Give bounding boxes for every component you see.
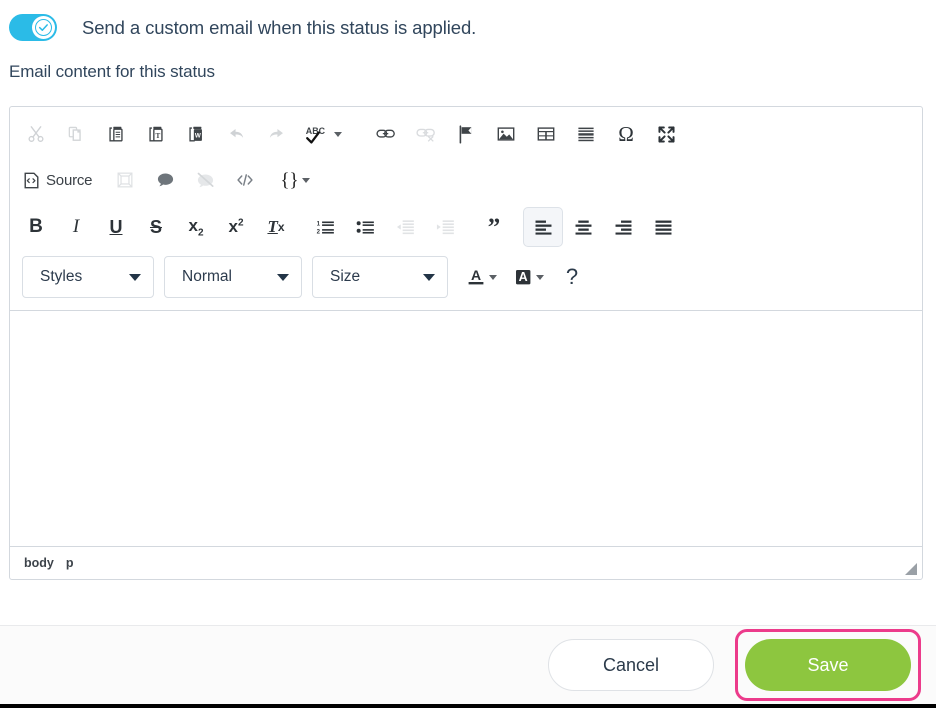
italic-label: I — [72, 216, 80, 237]
background-color-icon[interactable]: A — [509, 259, 548, 295]
copy-icon[interactable] — [56, 117, 96, 151]
email-content-editor[interactable] — [10, 311, 922, 547]
chevron-down-icon — [277, 273, 289, 281]
save-button[interactable]: Save — [745, 639, 911, 691]
image-icon[interactable] — [486, 117, 526, 151]
toolbar-row-1: T W ABC Ω — [16, 112, 916, 156]
blockquote-icon[interactable]: ” — [474, 207, 514, 247]
underline-icon[interactable]: U — [96, 207, 136, 247]
toolbar-row-2: Source {} — [16, 156, 916, 204]
comment-icon[interactable] — [145, 163, 185, 197]
align-right-icon[interactable] — [603, 207, 643, 247]
strikethrough-icon[interactable]: S — [136, 207, 176, 247]
footer-actions: Cancel Save — [0, 626, 936, 704]
bulleted-list-icon[interactable] — [345, 207, 385, 247]
chevron-down-icon — [301, 177, 310, 183]
numbered-list-icon[interactable]: 1 2 — [305, 207, 345, 247]
strikethrough-label: S — [149, 216, 162, 237]
rich-text-editor: T W ABC Ω Source {} B I U S x2 x2 T x 1 … — [9, 106, 923, 580]
paste-as-plain-text-icon[interactable]: T — [136, 117, 176, 151]
chevron-down-icon — [423, 273, 435, 281]
font-size-label: Size — [330, 268, 361, 285]
page-title: Email content for this status — [9, 62, 215, 81]
placeholder-label: {} — [280, 169, 299, 191]
paste-from-word-icon[interactable]: W — [176, 117, 216, 151]
font-size-dropdown[interactable]: Size — [312, 256, 448, 298]
italic-icon[interactable]: I — [56, 207, 96, 247]
source-button-label: Source — [46, 171, 93, 189]
chevron-down-icon — [129, 273, 141, 281]
anchor-flag-icon[interactable] — [446, 117, 486, 151]
svg-text:1: 1 — [316, 220, 320, 227]
cut-icon[interactable] — [16, 117, 56, 151]
elements-path-body[interactable]: body — [24, 556, 54, 570]
bold-label: B — [29, 216, 43, 237]
remove-format-icon[interactable]: Tx — [256, 207, 296, 247]
placeholder-icon[interactable]: {} — [274, 163, 313, 197]
table-icon[interactable] — [526, 117, 566, 151]
undo-icon[interactable] — [216, 117, 256, 151]
svg-text:ABC: ABC — [305, 126, 325, 136]
toolbar-row-3: B I U S x2 x2 Tx 1 2 ” — [16, 204, 916, 250]
subscript-icon[interactable]: x2 — [176, 207, 216, 247]
elements-path: body p — [10, 547, 922, 579]
elements-path-p[interactable]: p — [66, 556, 74, 570]
custom-email-toggle-label: Send a custom email when this status is … — [82, 16, 477, 38]
underline-label: U — [109, 216, 123, 237]
svg-text:2: 2 — [316, 229, 320, 236]
custom-email-toggle[interactable] — [9, 14, 57, 41]
superscript-icon[interactable]: x2 — [216, 207, 256, 247]
redo-icon[interactable] — [256, 117, 296, 151]
align-left-icon[interactable] — [523, 207, 563, 247]
source-button[interactable]: Source — [16, 163, 96, 197]
show-blocks-icon[interactable] — [105, 163, 145, 197]
styles-dropdown[interactable]: Styles — [22, 256, 154, 298]
hide-icon[interactable] — [185, 163, 225, 197]
svg-text:W: W — [195, 133, 201, 140]
bottom-bar — [0, 704, 936, 708]
toolbar-row-4: Styles Normal Size A A ? — [16, 250, 916, 304]
chevron-down-icon — [489, 274, 497, 280]
help-button[interactable]: ? — [554, 259, 590, 295]
spell-check-icon[interactable]: ABC — [296, 117, 348, 151]
align-center-icon[interactable] — [563, 207, 603, 247]
bold-icon[interactable]: B — [16, 207, 56, 247]
paragraph-format-label: Normal — [182, 268, 232, 285]
cancel-button[interactable]: Cancel — [548, 639, 714, 691]
increase-indent-icon[interactable] — [425, 207, 465, 247]
maximize-icon[interactable] — [646, 117, 686, 151]
editor-toolbar: T W ABC Ω Source {} B I U S x2 x2 T x 1 … — [10, 107, 922, 311]
custom-email-toggle-row: Send a custom email when this status is … — [0, 0, 936, 46]
svg-text:A: A — [519, 270, 528, 284]
decrease-indent-icon[interactable] — [385, 207, 425, 247]
resize-grip-icon[interactable] — [904, 562, 918, 576]
toggle-knob — [32, 16, 55, 39]
check-icon — [35, 19, 52, 36]
special-character-icon[interactable]: Ω — [606, 117, 646, 151]
link-icon[interactable] — [366, 117, 406, 151]
svg-text:T: T — [155, 132, 160, 140]
paste-icon[interactable] — [96, 117, 136, 151]
chevron-down-icon — [333, 131, 342, 137]
chevron-down-icon — [536, 274, 544, 280]
paragraph-format-dropdown[interactable]: Normal — [164, 256, 302, 298]
code-snippet-icon[interactable] — [225, 163, 265, 197]
styles-dropdown-label: Styles — [40, 268, 83, 285]
svg-text:A: A — [471, 267, 481, 283]
justify-icon[interactable] — [643, 207, 683, 247]
horizontal-rule-icon[interactable] — [566, 117, 606, 151]
unlink-icon[interactable] — [406, 117, 446, 151]
save-button-highlight: Save — [735, 629, 921, 701]
text-color-icon[interactable]: A — [462, 259, 501, 295]
